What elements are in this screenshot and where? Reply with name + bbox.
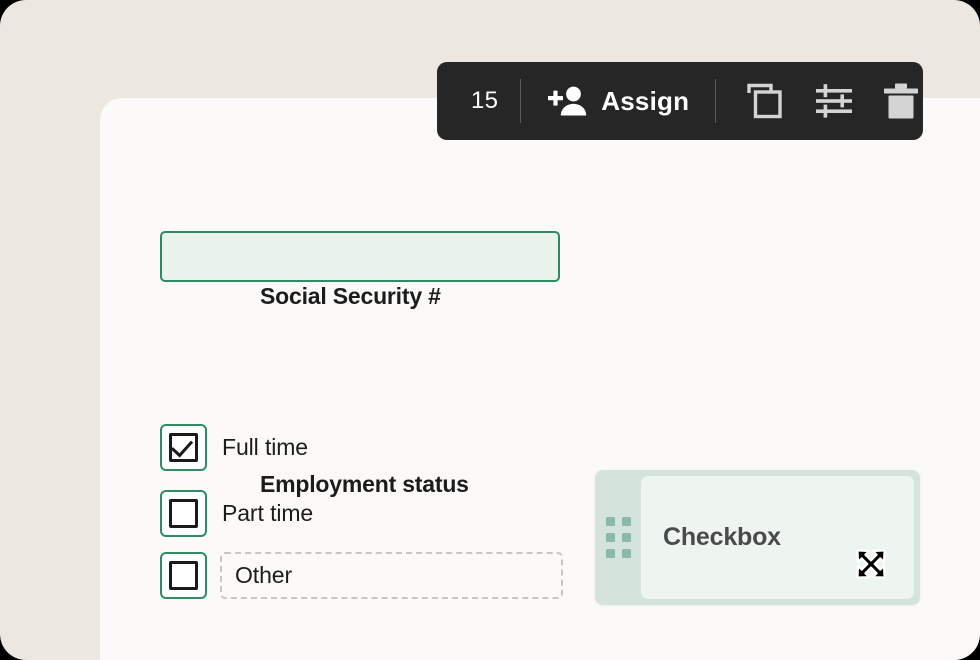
assign-button[interactable]: Assign <box>521 85 715 117</box>
checkmark-icon <box>169 433 198 462</box>
drag-card-title: Checkbox <box>663 523 781 551</box>
checkbox-label-full-time: Full time <box>222 434 309 460</box>
drag-handle-dots-icon <box>605 517 631 558</box>
trash-icon[interactable] <box>882 81 920 121</box>
drag-preview-card[interactable]: Checkbox <box>595 470 920 605</box>
duplicate-icon[interactable] <box>746 81 786 121</box>
drag-handle[interactable] <box>595 470 641 605</box>
social-security-label: Social Security # <box>260 283 441 309</box>
app-canvas: Social Security # Employment status Full… <box>0 0 980 660</box>
selection-toolbar: 15 Assign <box>437 62 923 140</box>
social-security-input[interactable] <box>160 231 560 282</box>
checkbox-other[interactable] <box>160 552 207 599</box>
checkbox-part-time[interactable] <box>160 490 207 537</box>
checkbox-box-icon <box>169 499 198 528</box>
checkbox-row-full-time[interactable]: Full time <box>160 424 308 471</box>
selection-count: 15 <box>471 87 499 114</box>
other-option-dropzone[interactable]: Other <box>220 552 563 599</box>
checkbox-full-time[interactable] <box>160 424 207 471</box>
move-cursor-icon <box>856 549 886 579</box>
drag-card-body: Checkbox <box>641 476 914 599</box>
checkbox-box-icon <box>169 561 198 590</box>
person-add-icon <box>548 86 587 116</box>
checkbox-row-other[interactable]: Other <box>160 552 563 599</box>
checkbox-row-part-time[interactable]: Part time <box>160 490 313 537</box>
settings-sliders-icon[interactable] <box>814 81 854 121</box>
checkbox-label-part-time: Part time <box>222 500 314 526</box>
checkbox-label-other: Other <box>235 562 293 588</box>
assign-label: Assign <box>601 85 690 116</box>
